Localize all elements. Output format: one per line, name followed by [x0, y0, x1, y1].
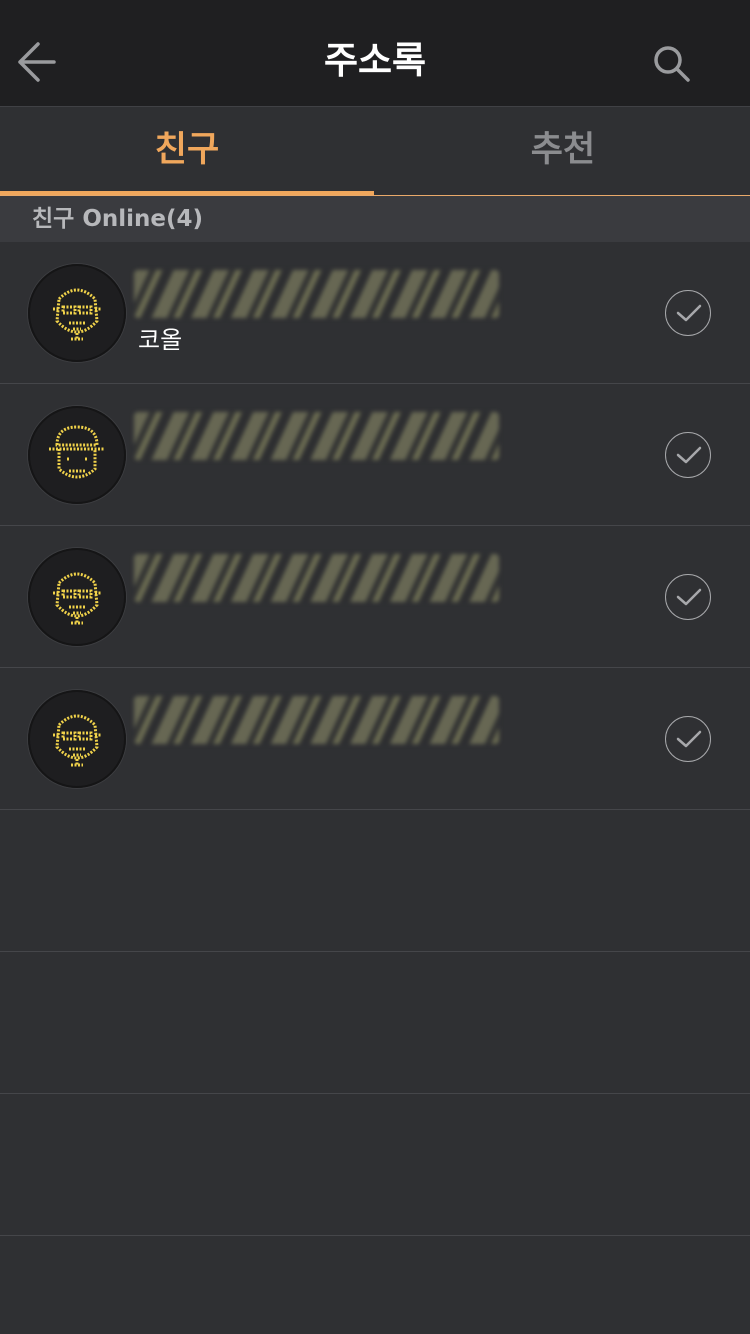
section-header: 친구 Online(4): [0, 196, 750, 242]
avatar[interactable]: [28, 690, 126, 788]
contact-name-redacted: [134, 412, 499, 460]
avatar[interactable]: [28, 264, 126, 362]
select-checkbox[interactable]: [665, 716, 711, 762]
contact-name-redacted: [134, 696, 499, 744]
tab-bar: 친구 추천: [0, 107, 750, 196]
empty-row: [0, 810, 750, 952]
page-title: 주소록: [323, 39, 427, 82]
search-icon: [654, 46, 690, 82]
checkmark-icon: [676, 730, 702, 748]
empty-row: [0, 952, 750, 1094]
list-item[interactable]: 코올: [0, 242, 750, 384]
contact-status: 코올: [138, 326, 183, 354]
active-tab-indicator: [0, 191, 374, 195]
select-checkbox[interactable]: [665, 290, 711, 336]
empty-row: [0, 1094, 750, 1236]
checkmark-icon: [676, 588, 702, 606]
face-icon: [53, 714, 101, 767]
top-bar: 주소록: [0, 0, 750, 107]
face-icon: [53, 288, 101, 341]
tab-recommended[interactable]: 추천: [376, 107, 750, 195]
list-item[interactable]: [0, 526, 750, 668]
avatar[interactable]: [28, 406, 126, 504]
contact-list: 코올: [0, 242, 750, 1236]
select-checkbox[interactable]: [665, 432, 711, 478]
select-checkbox[interactable]: [665, 574, 711, 620]
list-item[interactable]: [0, 668, 750, 810]
face-icon: [53, 572, 101, 625]
avatar[interactable]: [28, 548, 126, 646]
face-cap-icon: [49, 425, 105, 479]
contact-name-redacted: [134, 554, 499, 602]
list-item[interactable]: [0, 384, 750, 526]
search-button[interactable]: [648, 40, 696, 88]
checkmark-icon: [676, 304, 702, 322]
tab-friends[interactable]: 친구: [0, 107, 374, 195]
checkmark-icon: [676, 446, 702, 464]
contact-name-redacted: [134, 270, 499, 318]
